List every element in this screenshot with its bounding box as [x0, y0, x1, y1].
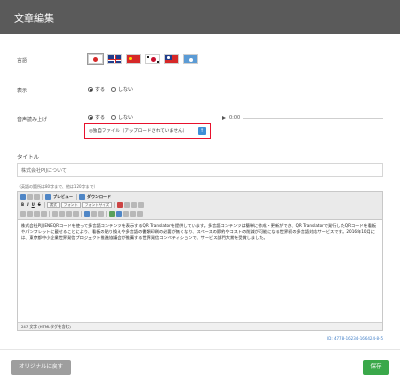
language-label: 言語 — [17, 58, 28, 64]
body-length-hint: （英語の箇所は80字まで、他は120字まで） — [17, 184, 98, 189]
page-title: 文章編集 — [14, 14, 54, 25]
tts-label: 音声読み上げ — [17, 117, 48, 123]
download-icon[interactable] — [79, 194, 85, 200]
underline-button[interactable]: U — [31, 202, 36, 208]
preview-icon[interactable] — [45, 194, 51, 200]
indent-icon[interactable] — [41, 211, 47, 217]
italic-button[interactable]: I — [26, 202, 30, 208]
smiley-icon[interactable] — [130, 211, 136, 217]
upload-icon[interactable]: ↑ — [198, 127, 206, 135]
editor-toolbar: プレビュー ダウンロード B I U S 書式 フォント フォントサイズ — [18, 192, 382, 220]
title-input[interactable]: 株式会社PIJについて — [17, 163, 383, 177]
bulleted-list-icon[interactable] — [27, 211, 33, 217]
page-header: 文章編集 — [0, 0, 400, 34]
radio-selected-icon — [88, 115, 93, 120]
audio-player: 0:00 — [222, 115, 384, 121]
taiwan-flag-icon[interactable] — [164, 54, 179, 64]
radio-icon — [111, 115, 117, 120]
template-icon[interactable] — [34, 194, 40, 200]
text-color-icon[interactable] — [117, 202, 124, 208]
toolbar-separator — [106, 211, 107, 217]
new-page-icon[interactable] — [27, 194, 33, 200]
link-icon[interactable] — [84, 211, 90, 217]
tts-on-radio[interactable]: する — [88, 114, 105, 121]
editor-char-count: 247 文字 (HTMLタグを含む) — [18, 322, 382, 330]
tts-on-label: する — [95, 115, 106, 121]
custom-audio-file-box: ◎独自ファイル（アップロードされていません） ↑ — [84, 123, 211, 139]
align-center-icon[interactable] — [59, 211, 65, 217]
radio-icon — [111, 87, 117, 92]
preview-button[interactable]: プレビュー — [52, 194, 74, 200]
horizontal-rule-icon[interactable] — [123, 211, 129, 217]
font-size-select[interactable]: フォントサイズ — [81, 202, 113, 208]
title-label: タイトル — [17, 155, 40, 161]
toolbar-row-2: B I U S 書式 フォント フォントサイズ — [20, 201, 145, 209]
display-radio-group: する しない — [88, 86, 133, 93]
display-on-radio[interactable]: する — [88, 86, 105, 93]
play-icon[interactable] — [222, 116, 226, 120]
uk-flag-icon[interactable] — [107, 54, 122, 64]
toolbar-separator — [76, 194, 77, 200]
editor-content[interactable]: 株式会社PIJ(ENEQRコードを使って多言語コンテンツを表示するQR Tran… — [21, 223, 379, 241]
radio-selected-icon — [88, 87, 93, 92]
toolbar-separator — [42, 194, 43, 200]
display-off-label: しない — [118, 87, 134, 93]
download-button[interactable]: ダウンロード — [86, 194, 112, 200]
revert-to-original-button[interactable]: オリジナルに戻す — [11, 360, 71, 375]
style-select[interactable]: 書式 — [46, 202, 60, 208]
align-left-icon[interactable] — [52, 211, 58, 217]
bold-button[interactable]: B — [20, 202, 25, 208]
tts-off-label: しない — [118, 115, 134, 121]
image-icon[interactable] — [109, 211, 115, 217]
footer-divider — [0, 349, 400, 350]
special-char-icon[interactable] — [137, 211, 143, 217]
japan-flag-icon[interactable] — [87, 53, 104, 65]
language-flags — [87, 53, 198, 65]
display-label: 表示 — [17, 88, 28, 94]
show-blocks-icon[interactable] — [138, 202, 145, 208]
korea-flag-icon[interactable] — [145, 54, 160, 64]
align-justify-icon[interactable] — [73, 211, 79, 217]
toolbar-row-3 — [20, 210, 143, 218]
table-icon[interactable] — [116, 211, 122, 217]
numbered-list-icon[interactable] — [20, 211, 26, 217]
outdent-icon[interactable] — [34, 211, 40, 217]
toolbar-row-1: プレビュー ダウンロード — [20, 193, 112, 201]
china-flag-icon[interactable] — [126, 54, 141, 64]
save-button[interactable]: 保存 — [363, 360, 389, 375]
rich-text-editor: プレビュー ダウンロード B I U S 書式 フォント フォントサイズ 株式会… — [17, 191, 383, 331]
audio-time: 0:00 — [229, 115, 241, 121]
bg-color-icon[interactable] — [124, 202, 131, 208]
document-id: ID: 4778-16234-166424-8-5 — [327, 336, 383, 341]
toolbar-separator — [114, 202, 116, 208]
hongkong-language-flag-icon[interactable] — [183, 54, 198, 64]
toolbar-separator — [81, 211, 82, 217]
tts-radio-group: する しない — [88, 114, 133, 121]
maximize-icon[interactable] — [131, 202, 138, 208]
display-off-radio[interactable]: しない — [111, 86, 133, 93]
anchor-icon[interactable] — [98, 211, 104, 217]
toolbar-separator — [49, 211, 50, 217]
audio-progress-track[interactable] — [243, 117, 384, 119]
tts-off-radio[interactable]: しない — [111, 114, 133, 121]
display-on-label: する — [95, 87, 106, 93]
font-select[interactable]: フォント — [60, 202, 81, 208]
align-right-icon[interactable] — [66, 211, 72, 217]
strike-button[interactable]: S — [37, 202, 42, 208]
unlink-icon[interactable] — [91, 211, 97, 217]
custom-audio-file-label[interactable]: ◎独自ファイル（アップロードされていません） — [89, 128, 187, 134]
toolbar-separator — [43, 202, 45, 208]
save-icon[interactable] — [20, 194, 26, 200]
